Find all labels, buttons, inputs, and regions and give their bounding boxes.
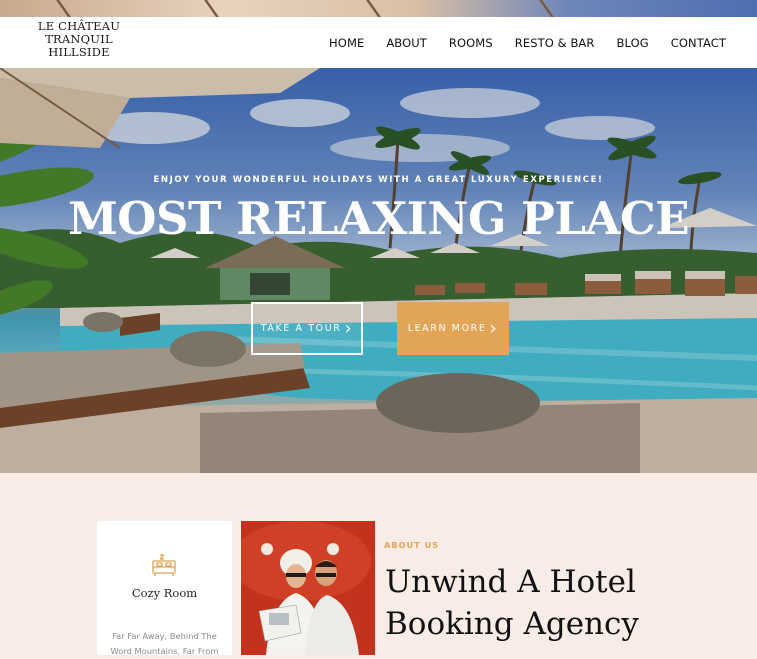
main-nav: HOME ABOUT ROOMS RESTO & BAR BLOG CONTAC…: [329, 17, 757, 68]
nav-item-about[interactable]: ABOUT: [386, 36, 427, 50]
take-a-tour-label: TAKE A TOUR: [260, 323, 342, 334]
nav-item-resto-bar[interactable]: RESTO & BAR: [515, 36, 595, 50]
site-logo[interactable]: LE CHÂTEAU TRANQUIL HILLSIDE: [34, 20, 124, 59]
nav-item-rooms[interactable]: ROOMS: [449, 36, 493, 50]
take-a-tour-button[interactable]: TAKE A TOUR ›: [251, 302, 363, 355]
about-heading: Unwind A Hotel Booking Agency: [385, 561, 675, 645]
about-us-eyebrow: ABOUT US: [384, 540, 440, 550]
learn-more-button[interactable]: LEARN MORE ›: [397, 302, 509, 355]
chevron-right-icon: ›: [344, 317, 354, 339]
umbrella-strip-image: [0, 0, 757, 17]
hero-subtitle: ENJOY YOUR WONDERFUL HOLIDAYS WITH A GRE…: [153, 175, 604, 185]
site-header: LE CHÂTEAU TRANQUIL HILLSIDE HOME ABOUT …: [0, 17, 757, 68]
nav-item-home[interactable]: HOME: [329, 36, 364, 50]
nav-item-blog[interactable]: BLOG: [617, 36, 649, 50]
about-heading-line-1: Unwind A Hotel: [385, 564, 636, 600]
chevron-right-icon: ›: [489, 317, 499, 339]
logo-line-3: HILLSIDE: [48, 45, 110, 59]
about-section: Cozy Room Far Far Away, Behind The Word …: [0, 473, 757, 656]
couple-in-robes-photo: [241, 521, 375, 655]
hero-banner: ENJOY YOUR WONDERFUL HOLIDAYS WITH A GRE…: [0, 68, 757, 473]
bed-icon: [152, 554, 176, 576]
room-card-title: Cozy Room: [131, 586, 198, 600]
hero-title: MOST RELAXING PLACE: [67, 192, 690, 245]
learn-more-label: LEARN MORE: [407, 323, 487, 334]
about-heading-line-2: Booking Agency: [385, 606, 639, 642]
room-card-cozy[interactable]: Cozy Room Far Far Away, Behind The Word …: [97, 521, 232, 656]
nav-item-contact[interactable]: CONTACT: [671, 36, 726, 50]
